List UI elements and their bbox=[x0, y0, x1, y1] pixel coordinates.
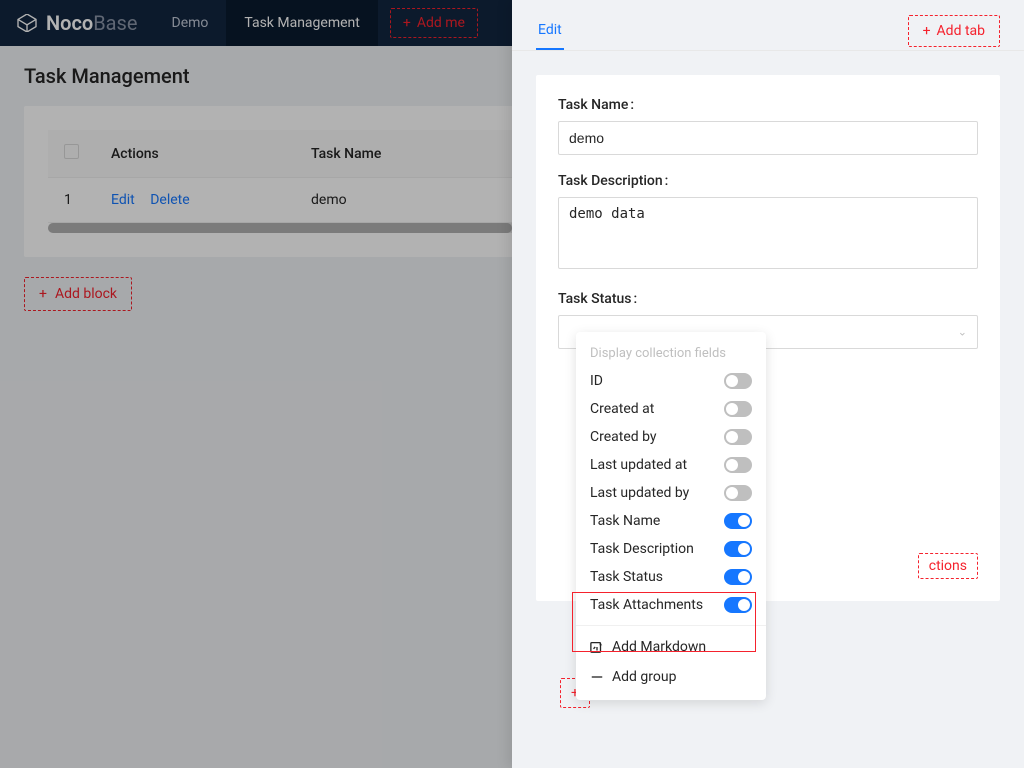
dropdown-item-label: Last updated by bbox=[590, 485, 689, 501]
col-actions: Actions bbox=[95, 130, 295, 178]
dropdown-item-label: Task Status bbox=[590, 569, 663, 585]
dropdown-item-id[interactable]: ID bbox=[576, 367, 766, 395]
add-menu-label: Add me bbox=[417, 15, 465, 31]
dropdown-item-task-attachments[interactable]: Task Attachments bbox=[576, 591, 766, 619]
dropdown-item-label: Created at bbox=[590, 401, 654, 417]
drawer-tabs: Edit + Add tab bbox=[512, 0, 1024, 51]
dropdown-item-created-at[interactable]: Created at bbox=[576, 395, 766, 423]
dropdown-title: Display collection fields bbox=[576, 340, 766, 367]
dropdown-item-last-updated-at[interactable]: Last updated at bbox=[576, 451, 766, 479]
add-markdown-label: Add Markdown bbox=[612, 639, 706, 655]
task-desc-label: Task Description bbox=[558, 173, 978, 189]
dropdown-item-task-status[interactable]: Task Status bbox=[576, 563, 766, 591]
dropdown-item-task-description[interactable]: Task Description bbox=[576, 535, 766, 563]
add-tab-button[interactable]: + Add tab bbox=[908, 15, 1000, 47]
enable-actions-button[interactable]: ctions bbox=[918, 553, 978, 579]
add-block-button[interactable]: + Add block bbox=[24, 277, 132, 311]
nav-demo[interactable]: Demo bbox=[154, 0, 227, 46]
logo-text-bold: Noco bbox=[46, 11, 93, 35]
toggle-switch[interactable] bbox=[724, 457, 752, 473]
dropdown-item-label: Last updated at bbox=[590, 457, 687, 473]
chevron-down-icon: ⌄ bbox=[958, 326, 967, 339]
dropdown-item-last-updated-by[interactable]: Last updated by bbox=[576, 479, 766, 507]
toggle-switch[interactable] bbox=[724, 569, 752, 585]
task-name-label: Task Name bbox=[558, 97, 978, 113]
task-status-label: Task Status bbox=[558, 291, 978, 307]
dropdown-item-task-name[interactable]: Task Name bbox=[576, 507, 766, 535]
plus-icon: + bbox=[923, 23, 931, 39]
dropdown-item-label: ID bbox=[590, 373, 603, 389]
add-markdown-action[interactable]: Add Markdown bbox=[576, 632, 766, 662]
dropdown-item-created-by[interactable]: Created by bbox=[576, 423, 766, 451]
logo: NocoBase bbox=[0, 11, 154, 35]
add-block-label: Add block bbox=[55, 286, 117, 302]
row-edit-link[interactable]: Edit bbox=[111, 192, 135, 208]
toggle-switch[interactable] bbox=[724, 429, 752, 445]
dropdown-item-label: Created by bbox=[590, 429, 657, 445]
divider-icon bbox=[590, 670, 604, 684]
dropdown-item-label: Task Name bbox=[590, 513, 660, 529]
add-group-action[interactable]: Add group bbox=[576, 662, 766, 692]
toggle-switch[interactable] bbox=[724, 541, 752, 557]
toggle-switch[interactable] bbox=[724, 401, 752, 417]
add-group-label: Add group bbox=[612, 669, 676, 685]
tab-edit[interactable]: Edit bbox=[536, 12, 564, 50]
fields-dropdown: Display collection fields ID Created at Cr… bbox=[576, 332, 766, 700]
dropdown-item-label: Task Description bbox=[590, 541, 694, 557]
logo-text-light: Base bbox=[93, 11, 137, 35]
row-delete-link[interactable]: Delete bbox=[150, 192, 189, 208]
nav-task-management[interactable]: Task Management bbox=[226, 0, 377, 46]
select-all-checkbox[interactable] bbox=[64, 144, 79, 159]
toggle-switch[interactable] bbox=[724, 373, 752, 389]
add-tab-label: Add tab bbox=[937, 23, 985, 39]
task-name-input[interactable] bbox=[558, 121, 978, 155]
dropdown-item-label: Task Attachments bbox=[590, 597, 703, 613]
markdown-icon bbox=[590, 640, 604, 654]
add-menu-button[interactable]: + Add me bbox=[390, 8, 478, 38]
toggle-switch[interactable] bbox=[724, 597, 752, 613]
task-desc-textarea[interactable]: demo data bbox=[558, 197, 978, 269]
toggle-switch[interactable] bbox=[724, 513, 752, 529]
plus-icon: + bbox=[403, 15, 411, 31]
logo-icon bbox=[16, 14, 38, 32]
toggle-switch[interactable] bbox=[724, 485, 752, 501]
plus-icon: + bbox=[39, 286, 47, 302]
dropdown-separator bbox=[576, 625, 766, 626]
row-num: 1 bbox=[48, 178, 95, 223]
